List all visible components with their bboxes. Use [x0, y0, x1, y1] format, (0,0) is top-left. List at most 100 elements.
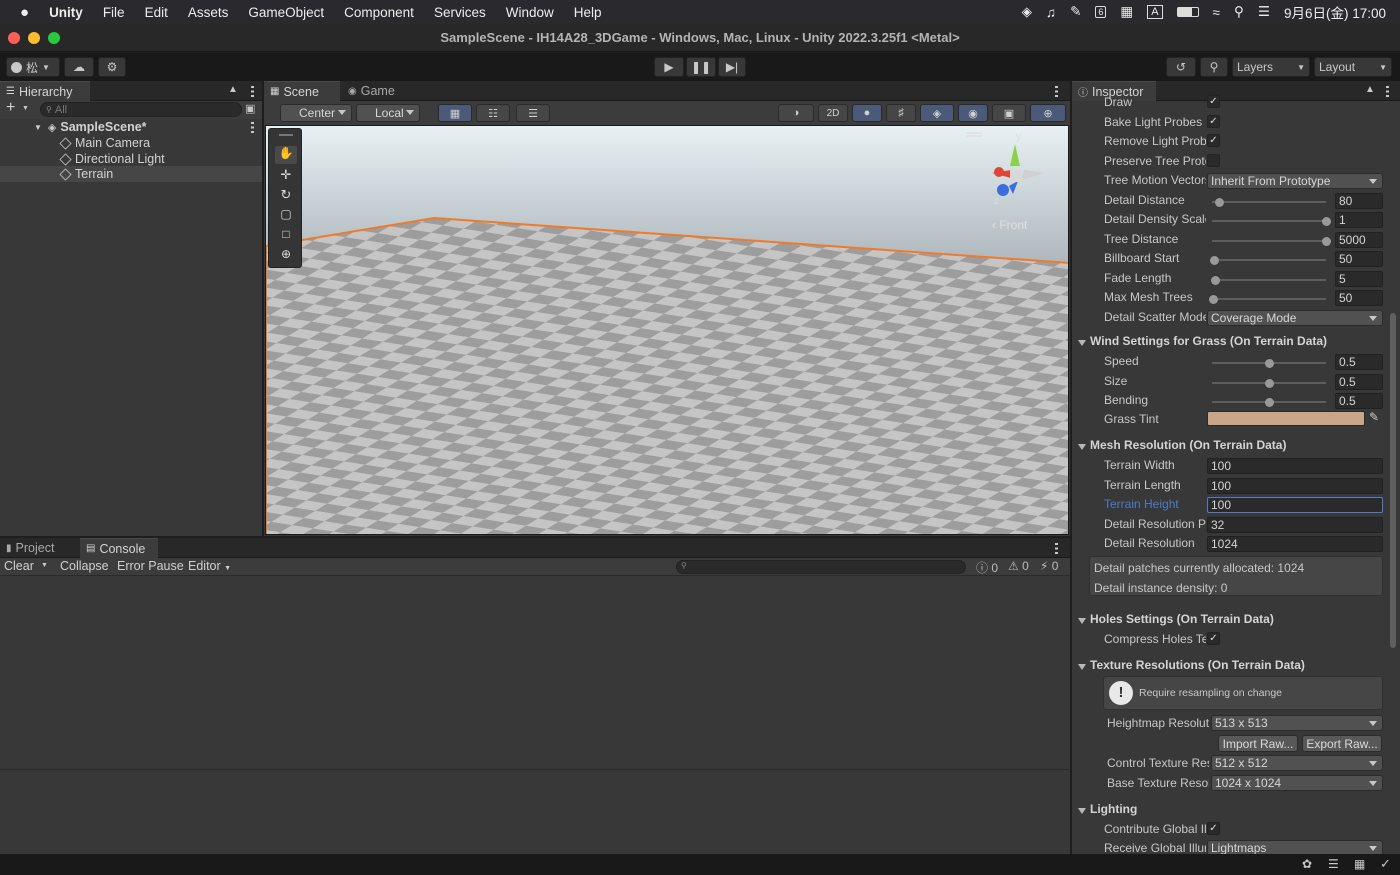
warning-count-toggle[interactable]: ⚠ 0: [1008, 559, 1029, 573]
holes-settings-header[interactable]: Holes Settings (On Terrain Data): [1090, 612, 1274, 626]
foldout-triangle-icon[interactable]: [1078, 664, 1086, 670]
hierarchy-item-directional-light[interactable]: Directional Light: [0, 151, 262, 167]
search-button[interactable]: ⚲: [1200, 57, 1228, 77]
inspector-scrollbar[interactable]: [1390, 313, 1396, 648]
hand-tool-button[interactable]: ✋: [275, 146, 297, 164]
scale-tool-button[interactable]: ▢: [275, 207, 297, 225]
apple-icon[interactable]: ●: [0, 4, 39, 21]
terrain-plane[interactable]: [266, 218, 1069, 535]
camera-settings-button[interactable]: ▣: [992, 104, 1026, 122]
scene-viewport[interactable]: y x z ‹ Front ✋ ✛ ↻ ▢ □ ⊕: [265, 125, 1069, 535]
stack-icon[interactable]: ☰: [1328, 857, 1339, 871]
receive-gi-dropdown[interactable]: Lightmaps: [1207, 840, 1383, 854]
console-log-list[interactable]: [0, 577, 1070, 769]
tab-project[interactable]: ▮ Project: [0, 538, 76, 558]
tab-scene[interactable]: ▦ Scene: [264, 81, 340, 101]
log-count-toggle[interactable]: ⓘ 0: [976, 559, 998, 576]
move-tool-button[interactable]: ✛: [275, 167, 297, 185]
layers-dropdown[interactable]: Layers ▼: [1232, 57, 1310, 77]
scene-visibility-toggle-button[interactable]: ◉: [958, 104, 988, 122]
control-texture-dropdown[interactable]: 512 x 512: [1211, 755, 1383, 771]
calendar-icon[interactable]: 6: [1095, 6, 1107, 18]
console-detail-area[interactable]: [0, 769, 1070, 854]
add-object-button[interactable]: +: [6, 99, 15, 117]
tab-hierarchy[interactable]: ☰ Hierarchy: [0, 81, 90, 101]
compress-holes-checkbox[interactable]: ✓: [1207, 632, 1220, 645]
increment-snap-button[interactable]: ☷: [476, 104, 510, 122]
rect-tool-button[interactable]: □: [275, 227, 297, 245]
battery-icon[interactable]: [1176, 7, 1199, 17]
collapse-button[interactable]: Collapse: [60, 559, 109, 573]
clock[interactable]: 9月6日(金) 17:00: [1284, 2, 1386, 22]
check-status-icon[interactable]: ✓: [1380, 856, 1391, 872]
menu-component[interactable]: Component: [334, 5, 424, 20]
rotate-tool-button[interactable]: ↻: [275, 187, 297, 205]
hierarchy-scene-row[interactable]: ▼ ◈ SampleScene*: [0, 119, 262, 135]
control-center-icon[interactable]: ☰: [1258, 4, 1270, 20]
terrain-width-input[interactable]: 100: [1207, 458, 1383, 474]
collab-button[interactable]: ⚙: [98, 57, 126, 77]
menu-edit[interactable]: Edit: [135, 5, 178, 20]
hierarchy-item-terrain[interactable]: Terrain: [0, 166, 262, 182]
effects-toggle-button[interactable]: ◈: [920, 104, 954, 122]
heightmap-resolution-dropdown[interactable]: 513 x 513: [1211, 715, 1383, 731]
console-menu-icon[interactable]: [1055, 543, 1058, 554]
undo-history-button[interactable]: ↺: [1166, 57, 1196, 77]
transform-tool-button[interactable]: ⊕: [275, 247, 297, 265]
import-raw-button[interactable]: Import Raw...: [1218, 735, 1298, 752]
lighting-toggle-button[interactable]: ●: [852, 104, 882, 122]
clear-options-chevron-icon[interactable]: ▼: [41, 562, 48, 569]
account-dropdown[interactable]: 松 ▼: [6, 57, 60, 77]
tab-console[interactable]: ▤ Console: [80, 538, 158, 558]
lock-icon[interactable]: ▲: [228, 84, 238, 95]
menu-help[interactable]: Help: [564, 5, 612, 20]
spotlight-search-icon[interactable]: ⚲: [1234, 4, 1244, 20]
menu-app-name[interactable]: Unity: [39, 5, 93, 20]
hierarchy-item-main-camera[interactable]: Main Camera: [0, 135, 262, 151]
layout-dropdown[interactable]: Layout ▼: [1314, 57, 1392, 77]
gizmo-view-label[interactable]: ‹ Front: [992, 218, 1028, 232]
pivot-dropdown[interactable]: Center: [280, 104, 352, 122]
wifi-icon[interactable]: ≈: [1213, 5, 1220, 20]
editor-dropdown[interactable]: Editor ▼: [188, 559, 231, 573]
draw-mode-button[interactable]: ◑: [778, 104, 814, 122]
menu-window[interactable]: Window: [496, 5, 564, 20]
lighting-header[interactable]: Lighting: [1090, 802, 1137, 816]
pause-button[interactable]: ❚❚: [686, 57, 716, 77]
scene-render[interactable]: y x z ‹ Front: [266, 126, 1069, 535]
menu-services[interactable]: Services: [424, 5, 496, 20]
scene-menu-icon[interactable]: [251, 122, 254, 133]
play-button[interactable]: ▶: [654, 57, 684, 77]
detail-resolution-per-patch-input[interactable]: 32: [1207, 516, 1383, 533]
chevron-down-icon[interactable]: ▼: [22, 105, 29, 112]
grid-snap-button[interactable]: ▦: [438, 104, 472, 122]
texture-resolutions-header[interactable]: Texture Resolutions (On Terrain Data): [1090, 658, 1305, 672]
pen-icon[interactable]: ✎: [1070, 4, 1081, 20]
export-raw-button[interactable]: Export Raw...: [1302, 735, 1382, 752]
menu-assets[interactable]: Assets: [178, 5, 239, 20]
gizmos-button[interactable]: ⊕: [1030, 104, 1066, 122]
expand-triangle-icon[interactable]: ▼: [34, 123, 42, 132]
palette-drag-handle-icon[interactable]: [279, 134, 293, 136]
unity-status-icon[interactable]: ◈: [1022, 4, 1032, 20]
input-method-icon[interactable]: A: [1147, 5, 1163, 19]
console-search-input[interactable]: ⚲: [676, 560, 966, 574]
bug-icon[interactable]: ✿: [1302, 857, 1312, 871]
terrain-height-input[interactable]: 100: [1207, 497, 1383, 513]
base-texture-dropdown[interactable]: 1024 x 1024: [1211, 775, 1383, 791]
foldout-triangle-icon[interactable]: [1078, 618, 1086, 624]
hierarchy-menu-icon[interactable]: [251, 86, 254, 97]
step-button[interactable]: ▶|: [718, 57, 746, 77]
space-dropdown[interactable]: Local: [356, 104, 420, 122]
detail-resolution-input[interactable]: 1024: [1207, 536, 1383, 552]
fan-icon[interactable]: ♫: [1046, 5, 1056, 20]
error-pause-button[interactable]: Error Pause: [117, 559, 184, 573]
cache-server-icon[interactable]: ▦: [1354, 857, 1365, 871]
foldout-triangle-icon[interactable]: [1078, 808, 1086, 814]
scene-panel-menu-icon[interactable]: [1055, 86, 1058, 97]
error-count-toggle[interactable]: ⚡ 0: [1040, 559, 1058, 573]
cloud-button[interactable]: ☁: [64, 57, 94, 77]
window-layout-icon[interactable]: ▦: [1120, 4, 1133, 20]
contribute-gi-checkbox[interactable]: ✓: [1207, 822, 1220, 835]
menu-gameobject[interactable]: GameObject: [238, 5, 334, 20]
